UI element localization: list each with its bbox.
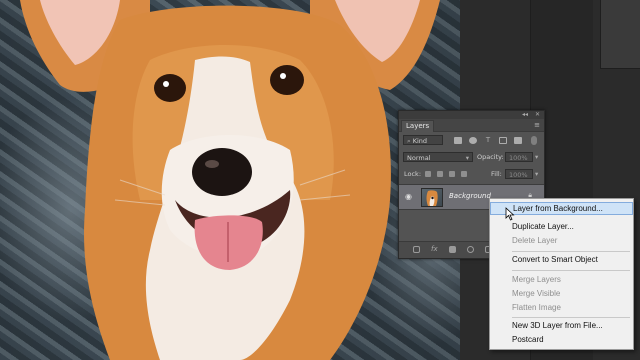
menu-separator [512, 317, 630, 318]
tab-layers[interactable]: Layers [401, 120, 435, 132]
blend-row: Normal ▾ Opacity: 100% ▾ [399, 149, 544, 165]
menu-item-convert-to-smart-object[interactable]: Convert to Smart Object [490, 253, 633, 266]
filter-kind-select[interactable]: ⌕ Kind [403, 135, 443, 145]
opacity-value: 100% [509, 154, 528, 162]
fill-label: Fill: [491, 170, 502, 178]
panel-title-bar[interactable]: ◂◂ ✕ [399, 111, 544, 119]
layer-thumbnail [421, 188, 443, 207]
menu-item-new-3d-layer-from-file[interactable]: New 3D Layer from File... [490, 319, 633, 332]
blend-mode-select[interactable]: Normal ▾ [403, 152, 473, 162]
menu-item-merge-visible[interactable]: Merge Visible [490, 287, 633, 300]
adjustment-filter-icon[interactable] [469, 137, 477, 144]
type-filter-icon[interactable]: T [484, 137, 492, 144]
add-mask-icon[interactable] [449, 246, 456, 253]
layer-name[interactable]: Background [449, 191, 491, 201]
lock-pixels-icon[interactable] [437, 171, 443, 177]
menu-separator [512, 251, 630, 252]
lock-position-icon[interactable] [449, 171, 455, 177]
fill-value: 100% [509, 171, 528, 179]
lock-all-icon[interactable] [461, 171, 467, 177]
menu-item-merge-layers[interactable]: Merge Layers [490, 273, 633, 286]
menu-item-duplicate-layer[interactable]: Duplicate Layer... [490, 220, 633, 233]
pixel-filter-icon[interactable] [454, 137, 462, 144]
lock-row: Lock: Fill: 100% ▾ [399, 166, 544, 182]
link-layers-icon[interactable] [413, 246, 420, 253]
dock-tab [600, 0, 640, 69]
blend-mode-value: Normal [407, 154, 431, 162]
mouse-pointer-icon [505, 207, 515, 221]
menu-item-postcard[interactable]: Postcard [490, 333, 633, 346]
shape-filter-icon[interactable] [499, 137, 507, 144]
eye-icon[interactable]: ◉ [405, 192, 412, 201]
lock-transparent-icon[interactable] [425, 171, 431, 177]
panel-tab-row: Layers ≡ [399, 119, 544, 132]
chevron-down-icon: ▾ [465, 154, 469, 162]
close-icon[interactable]: ✕ [535, 111, 540, 119]
adjustment-layer-icon[interactable] [467, 246, 474, 253]
opacity-chevron-icon[interactable]: ▾ [535, 152, 538, 162]
opacity-field[interactable]: 100% [505, 152, 533, 162]
corgi-photo [20, 0, 440, 360]
filter-toggle-icon[interactable] [531, 136, 537, 145]
fill-chevron-icon[interactable]: ▾ [535, 169, 538, 179]
double-chevron-icon[interactable]: ◂◂ [522, 111, 528, 119]
photoshop-workspace: ◂◂ ✕ Layers ≡ ⌕ Kind T Normal ▾ Opacity: [0, 0, 640, 360]
document-canvas[interactable] [0, 0, 460, 360]
menu-separator [512, 270, 630, 271]
filter-kind-label: Kind [412, 137, 428, 145]
panel-menu-icon[interactable]: ≡ [534, 121, 540, 129]
filter-row: ⌕ Kind T [399, 132, 544, 148]
fx-icon[interactable]: fx [431, 246, 438, 253]
opacity-label: Opacity: [477, 153, 504, 161]
smart-object-filter-icon[interactable] [514, 137, 522, 144]
menu-item-delete-layer[interactable]: Delete Layer [490, 234, 633, 247]
menu-item-flatten-image[interactable]: Flatten Image [490, 301, 633, 314]
lock-label: Lock: [404, 170, 422, 178]
fill-field[interactable]: 100% [505, 169, 533, 179]
